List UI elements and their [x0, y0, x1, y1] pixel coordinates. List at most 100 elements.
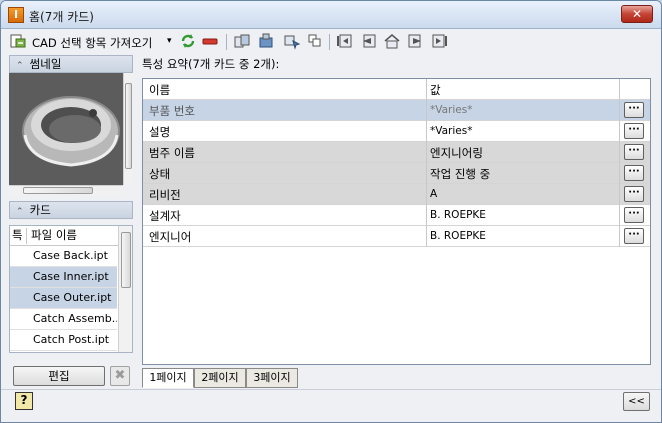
scroll-thumb[interactable]	[125, 83, 132, 169]
column-divider[interactable]	[426, 79, 427, 100]
property-value[interactable]: B. ROEPKE	[430, 230, 486, 242]
property-grid: 이름 값 부품 번호 *Varies* ··· 설명 *Varies* ··· …	[142, 78, 651, 365]
collapse-chevron-icon[interactable]: ⌃	[16, 58, 26, 74]
property-value[interactable]: *Varies*	[430, 125, 472, 137]
toolbar-separator	[226, 34, 227, 50]
ellipsis-button[interactable]: ···	[624, 228, 644, 244]
table-row[interactable]: 부품 번호 *Varies* ···	[143, 100, 650, 121]
ellipsis-button[interactable]: ···	[624, 123, 644, 139]
column-divider	[619, 205, 620, 226]
cad-import-label[interactable]: CAD 선택 항목 가져오기	[32, 35, 152, 51]
ellipsis-button[interactable]: ···	[624, 186, 644, 202]
copy-design-2-icon[interactable]	[257, 32, 275, 50]
thumbnail-header[interactable]: ⌃ 썸네일	[9, 55, 133, 73]
delete-icon[interactable]: ✖	[110, 366, 130, 386]
thumbnail-vertical-scrollbar[interactable]	[123, 73, 133, 185]
remove-icon[interactable]	[201, 32, 219, 50]
close-button[interactable]: ✕	[621, 5, 653, 23]
ellipsis-button[interactable]: ···	[624, 144, 644, 160]
vault-card-window: I 홈(7개 카드) ✕ CAD 선택 항목 가져오기 ▾ ⌃ 썸네일 ⌃ 카드…	[0, 0, 662, 423]
column-divider	[619, 79, 620, 100]
table-row[interactable]: 설명 *Varies* ···	[143, 121, 650, 142]
column-header-type[interactable]: 특	[12, 226, 23, 244]
title-bar[interactable]: I 홈(7개 카드) ✕	[1, 1, 661, 29]
property-name: 엔지니어	[149, 230, 192, 244]
list-item[interactable]: Case Inner.ipt	[10, 267, 117, 288]
property-name: 상태	[149, 167, 171, 181]
file-list-header: 특 파일 이름	[10, 226, 132, 246]
property-name: 범주 이름	[149, 146, 195, 160]
import-cad-icon[interactable]	[9, 32, 27, 50]
previous-card-icon[interactable]	[359, 32, 377, 50]
inventor-app-icon: I	[8, 7, 24, 23]
link-icon[interactable]	[306, 32, 324, 50]
column-divider	[619, 163, 620, 184]
first-card-icon[interactable]	[335, 32, 353, 50]
scroll-thumb[interactable]	[121, 232, 131, 288]
column-header-name[interactable]: 이름	[149, 82, 170, 98]
column-divider	[619, 142, 620, 163]
list-item[interactable]: Case Back.ipt	[10, 246, 117, 267]
column-divider	[619, 226, 620, 247]
property-value[interactable]: A	[430, 188, 437, 200]
card-file-list: 특 파일 이름 Case Back.ipt Case Inner.ipt Cas…	[9, 225, 133, 353]
column-header-value[interactable]: 값	[430, 82, 441, 98]
chevron-down-icon[interactable]: ▾	[167, 36, 172, 46]
copy-design-icon[interactable]	[233, 32, 251, 50]
home-card-icon[interactable]	[383, 32, 401, 50]
list-item[interactable]: Catch Assemb...	[10, 309, 117, 330]
window-title: 홈(7개 카드)	[29, 10, 94, 24]
property-value[interactable]: *Varies*	[430, 104, 472, 116]
left-panel: ⌃ 썸네일 ⌃ 카드 특 파일 이름 Case Back.ipt Case In…	[9, 55, 133, 355]
column-divider	[426, 163, 427, 184]
property-value[interactable]: 엔지니어링	[430, 145, 483, 161]
column-divider	[619, 184, 620, 205]
tab-page-2[interactable]: 2페이지	[194, 368, 246, 388]
ring-part-image	[9, 73, 123, 185]
table-row[interactable]: 리비전 A ···	[143, 184, 650, 205]
property-name: 부품 번호	[149, 104, 195, 118]
thumbnail-label: 썸네일	[29, 57, 62, 71]
tab-page-3[interactable]: 3페이지	[246, 368, 298, 388]
refresh-icon[interactable]	[179, 32, 197, 50]
column-divider	[426, 226, 427, 247]
ellipsis-button[interactable]: ···	[624, 102, 644, 118]
column-divider	[426, 184, 427, 205]
column-divider	[426, 205, 427, 226]
file-list-scrollbar[interactable]	[118, 226, 132, 352]
cards-header[interactable]: ⌃ 카드	[9, 201, 133, 219]
list-item[interactable]: Case Outer.ipt	[10, 288, 117, 309]
column-header-file-name[interactable]: 파일 이름	[31, 226, 77, 244]
column-divider	[426, 121, 427, 142]
last-card-icon[interactable]	[431, 32, 449, 50]
grid-header-row: 이름 값	[143, 79, 650, 100]
column-divider	[619, 100, 620, 121]
next-card-icon[interactable]	[407, 32, 425, 50]
table-row[interactable]: 설계자 B. ROEPKE ···	[143, 205, 650, 226]
edit-button[interactable]: 편집	[13, 366, 105, 386]
ellipsis-button[interactable]: ···	[624, 207, 644, 223]
navigate-icon[interactable]	[283, 32, 301, 50]
property-name: 설명	[149, 125, 171, 139]
table-row[interactable]: 범주 이름 엔지니어링 ···	[143, 142, 650, 163]
help-icon[interactable]: ?	[15, 392, 33, 410]
property-value[interactable]: 작업 진행 중	[430, 166, 490, 182]
part-thumbnail	[9, 73, 123, 185]
footer-divider	[1, 389, 661, 390]
column-divider	[619, 121, 620, 142]
scroll-thumb[interactable]	[23, 187, 93, 194]
table-row[interactable]: 상태 작업 진행 중 ···	[143, 163, 650, 184]
ellipsis-button[interactable]: ···	[624, 165, 644, 181]
collapse-button[interactable]: <<	[623, 392, 650, 411]
thumbnail-horizontal-scrollbar[interactable]	[9, 185, 123, 195]
property-name: 설계자	[149, 209, 181, 223]
tab-page-1[interactable]: 1페이지	[142, 368, 194, 388]
cards-label: 카드	[29, 203, 51, 217]
column-divider	[426, 100, 427, 121]
table-row[interactable]: 엔지니어 B. ROEPKE ···	[143, 226, 650, 247]
collapse-chevron-icon[interactable]: ⌃	[16, 204, 26, 220]
toolbar: CAD 선택 항목 가져오기 ▾	[5, 31, 659, 55]
list-item[interactable]: Catch Post.ipt	[10, 330, 117, 351]
property-value[interactable]: B. ROEPKE	[430, 209, 486, 221]
column-divider[interactable]	[26, 228, 27, 244]
